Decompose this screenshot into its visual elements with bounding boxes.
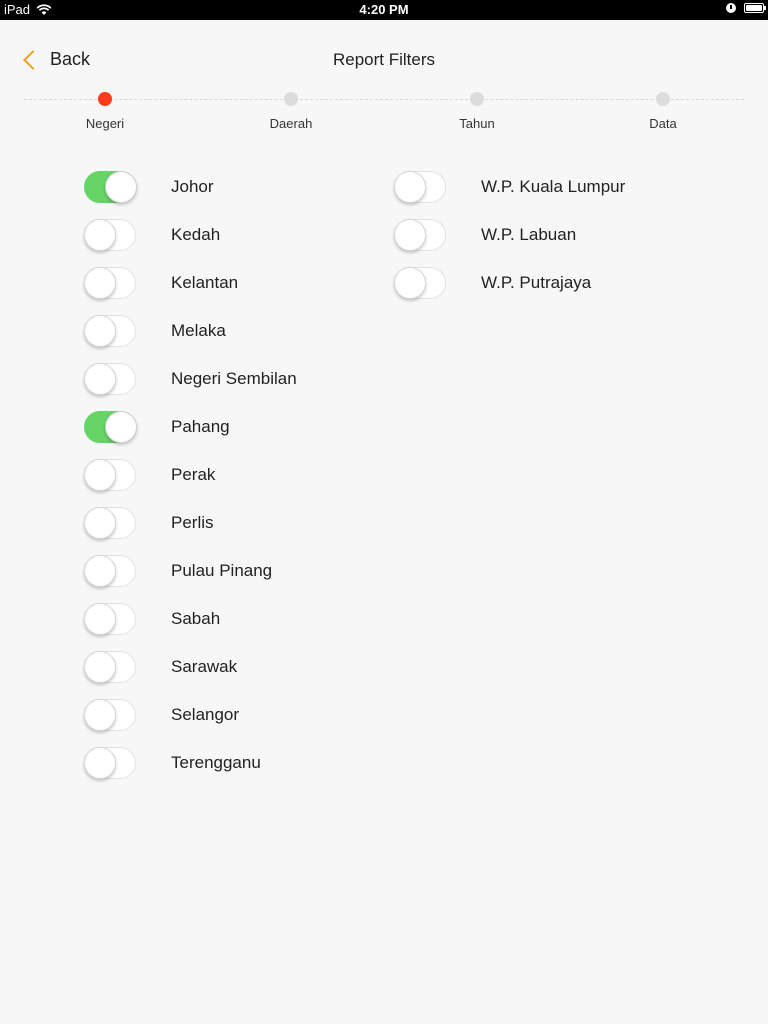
step-tahun[interactable]: Tahun [417, 92, 537, 131]
state-label: Sabah [171, 609, 221, 628]
toggle-knob [84, 219, 116, 251]
toggle-switch[interactable] [84, 363, 136, 395]
state-row-wp-putrajaya: W.P. Putrajaya [394, 259, 591, 307]
toggle-knob [84, 555, 116, 587]
toggle-knob [84, 267, 116, 299]
toggle-knob [394, 267, 426, 299]
state-row-kedah: Kedah [84, 211, 220, 259]
page-title: Report Filters [332, 50, 436, 69]
toggle-knob [84, 651, 116, 683]
state-label: Perak [171, 465, 216, 484]
toggle-knob [105, 411, 137, 443]
toggle-knob [84, 507, 116, 539]
state-label: Selangor [171, 705, 240, 724]
state-row-negeri-sembilan: Negeri Sembilan [84, 355, 297, 403]
toggle-switch[interactable] [84, 219, 136, 251]
state-label: W.P. Labuan [481, 225, 577, 244]
toggle-switch[interactable] [84, 507, 136, 539]
step-indicator: Negeri Daerah Tahun Data [0, 88, 768, 138]
toggle-knob [84, 747, 116, 779]
toggle-switch[interactable] [84, 459, 136, 491]
state-label: W.P. Putrajaya [481, 273, 592, 292]
toggle-knob [84, 603, 116, 635]
step-label: Daerah [269, 116, 313, 131]
state-row-terengganu: Terengganu [84, 739, 261, 787]
step-dot [656, 92, 670, 106]
state-label: Negeri Sembilan [171, 369, 297, 388]
state-row-wp-labuan: W.P. Labuan [394, 211, 576, 259]
step-label: Negeri [85, 116, 125, 131]
state-label: W.P. Kuala Lumpur [481, 177, 626, 196]
state-list-left: Johor Kedah Kelantan Melaka Negeri Sembi… [84, 163, 297, 787]
state-label: Kedah [171, 225, 221, 244]
state-label: Pulau Pinang [171, 561, 273, 580]
toggle-switch[interactable] [84, 171, 137, 203]
state-row-selangor: Selangor [84, 691, 239, 739]
state-label: Terengganu [171, 753, 261, 772]
toggle-switch[interactable] [394, 171, 446, 203]
toggle-knob [84, 315, 116, 347]
step-negeri[interactable]: Negeri [45, 92, 165, 131]
toggle-switch[interactable] [84, 603, 136, 635]
state-row-pahang: Pahang [84, 403, 230, 451]
state-row-johor: Johor [84, 163, 214, 211]
toggle-knob [84, 699, 116, 731]
step-data[interactable]: Data [603, 92, 723, 131]
toggle-switch[interactable] [84, 315, 136, 347]
toggle-knob [394, 219, 426, 251]
status-time: 4:20 PM [359, 2, 409, 17]
toggle-switch[interactable] [84, 411, 137, 443]
toggle-switch[interactable] [394, 267, 446, 299]
toggle-switch[interactable] [84, 747, 136, 779]
step-dot [284, 92, 298, 106]
step-dot [470, 92, 484, 106]
toggle-switch[interactable] [394, 219, 446, 251]
battery-icon [744, 3, 766, 13]
state-label: Perlis [171, 513, 214, 532]
toggle-switch[interactable] [84, 651, 136, 683]
step-dot [98, 92, 112, 106]
step-daerah[interactable]: Daerah [231, 92, 351, 131]
state-label: Johor [171, 177, 214, 196]
state-label: Kelantan [171, 273, 239, 292]
state-list-right: W.P. Kuala Lumpur W.P. Labuan W.P. Putra… [394, 163, 625, 307]
lock-rotation-icon [726, 3, 736, 13]
state-row-perak: Perak [84, 451, 215, 499]
toggle-knob [84, 363, 116, 395]
state-row-sabah: Sabah [84, 595, 220, 643]
state-label: Sarawak [171, 657, 238, 676]
state-row-pulau-pinang: Pulau Pinang [84, 547, 272, 595]
state-label: Melaka [171, 321, 226, 340]
state-row-wp-kuala-lumpur: W.P. Kuala Lumpur [394, 163, 625, 211]
toggle-knob [105, 171, 137, 203]
status-right [726, 3, 766, 13]
state-row-perlis: Perlis [84, 499, 214, 547]
state-row-melaka: Melaka [84, 307, 226, 355]
toggle-switch[interactable] [84, 699, 136, 731]
toggle-knob [84, 459, 116, 491]
state-label: Pahang [171, 417, 230, 436]
toggle-switch[interactable] [84, 267, 136, 299]
status-bar: iPad 4:20 PM [0, 0, 768, 20]
step-label: Data [649, 116, 677, 131]
toggle-switch[interactable] [84, 555, 136, 587]
state-row-sarawak: Sarawak [84, 643, 237, 691]
state-row-kelantan: Kelantan [84, 259, 238, 307]
step-label: Tahun [459, 116, 495, 131]
toggle-knob [394, 171, 426, 203]
